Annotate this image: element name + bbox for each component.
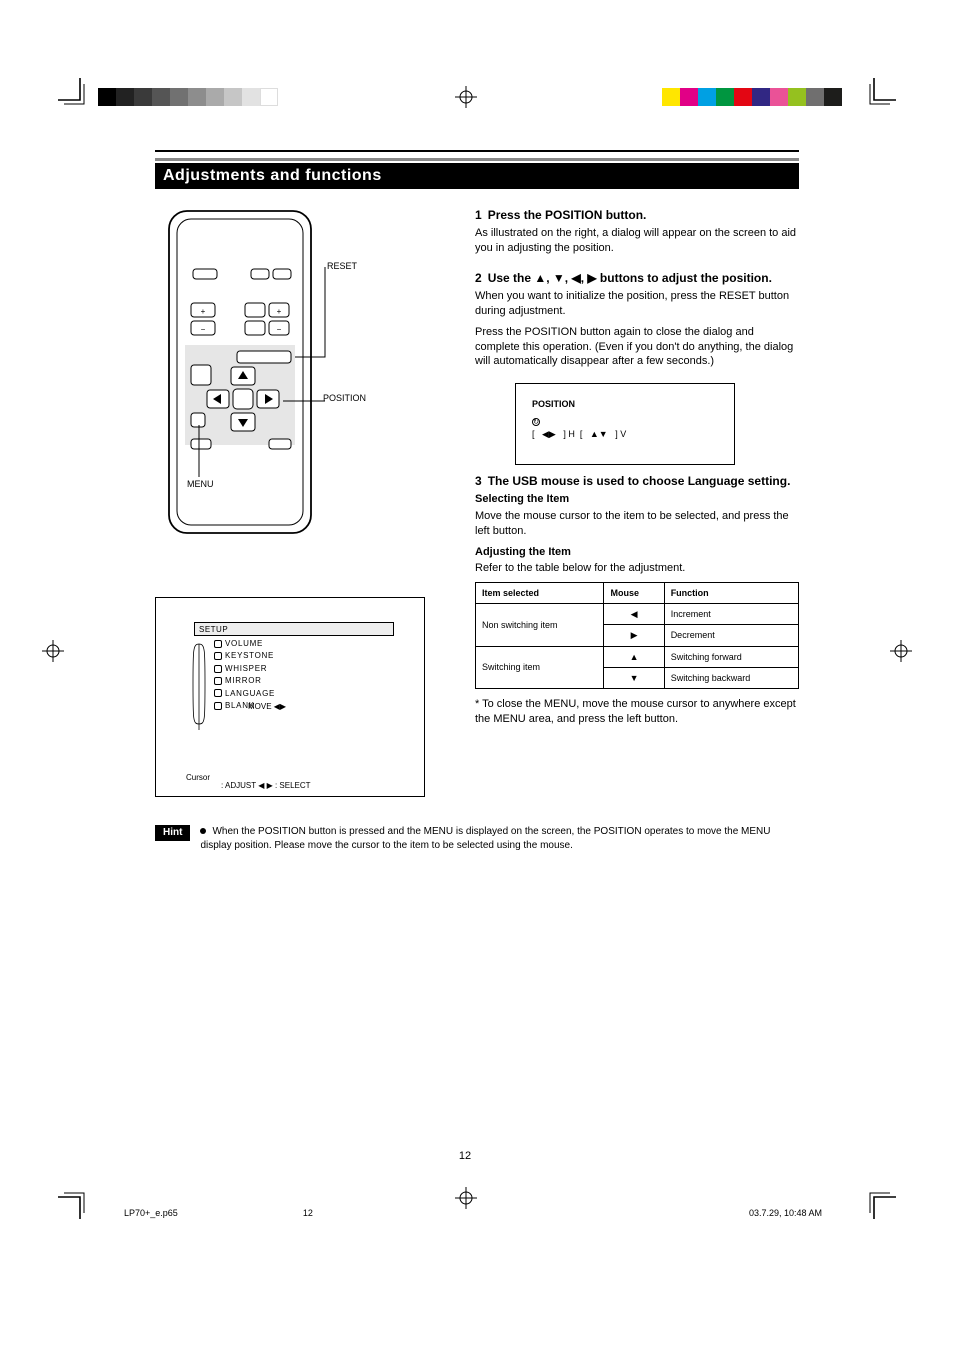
cell-increment: Increment	[664, 604, 798, 625]
th-fn: Function	[664, 583, 798, 604]
menu-item-volume: VOLUME	[225, 639, 263, 648]
right-column: 1 Press the POSITION button. As illustra…	[475, 207, 799, 797]
hint-text: When the POSITION button is pressed and …	[200, 826, 770, 851]
step1-num: 1	[475, 207, 482, 223]
grayscale-wedge	[98, 88, 278, 106]
cell-decrement: Decrement	[664, 625, 798, 646]
crop-mark-tl	[58, 78, 88, 108]
step2-num: 2	[475, 270, 482, 286]
menu-adjust-hint: : ADJUST ◀ ▶ : SELECT	[221, 781, 311, 790]
menu-item-keystone: KEYSTONE	[225, 651, 274, 660]
menu-item-whisper: WHISPER	[225, 664, 267, 673]
step1-body: As illustrated on the right, a dialog wi…	[475, 226, 799, 256]
footer-page-text: 12	[303, 1208, 313, 1218]
step3-title: The USB mouse is used to choose Language…	[488, 473, 791, 489]
hint-box: Hint When the POSITION button is pressed…	[155, 825, 799, 853]
menu-item-language: LANGUAGE	[225, 689, 275, 698]
cursor-caption: Cursor	[186, 773, 210, 782]
step3-sub2-b: Refer to the table below for the adjustm…	[475, 561, 799, 576]
register-mark-top	[455, 86, 477, 108]
bullet-icon	[200, 828, 206, 834]
label-reset: RESET	[327, 261, 357, 271]
cursor-loop-icon	[192, 640, 206, 730]
step2-title: Use the ▲, ▼, ◀, ▶ buttons to adjust the…	[488, 270, 772, 286]
crop-mark-bl	[58, 1189, 88, 1219]
cell-nonswitch: Non switching item	[476, 604, 604, 646]
cell-right-tri: ▶	[604, 625, 664, 646]
step3-close: * To close the MENU, move the mouse curs…	[475, 697, 799, 727]
cell-up-tri: ▲	[604, 646, 664, 667]
step-3: 3 The USB mouse is used to choose Langua…	[475, 473, 799, 727]
crop-mark-tr	[866, 78, 896, 108]
menu-item-mirror: MIRROR	[225, 676, 262, 685]
callout-lines	[165, 207, 355, 547]
position-osd: POSITION ↻ [ ◀▶ ] H [ ▲▼ ] V	[515, 383, 735, 465]
step-1: 1 Press the POSITION button. As illustra…	[475, 207, 799, 256]
position-v-arrows: ▲▼	[590, 429, 608, 439]
menu-move-hint-text: MOVE ◀▶	[248, 702, 286, 711]
hint-body: When the POSITION button is pressed and …	[200, 825, 799, 853]
th-item: Item selected	[476, 583, 604, 604]
th-mouse: Mouse	[604, 583, 664, 604]
step3-sub2-h: Adjusting the Item	[475, 545, 799, 560]
hint-tag: Hint	[155, 825, 190, 841]
adjust-table: Item selected Mouse Function Non switchi…	[475, 582, 799, 689]
footer-file-text: LP70+_e.p65	[124, 1208, 178, 1218]
cell-fwd: Switching forward	[664, 646, 798, 667]
step3-num: 3	[475, 473, 482, 489]
page-content: Adjustments and functions + −	[155, 150, 799, 853]
footer-date: 03.7.29, 10:48 AM	[749, 1208, 822, 1218]
step3-sub1-h: Selecting the Item	[475, 492, 799, 507]
cell-down-tri: ▼	[604, 667, 664, 688]
position-osd-title: POSITION	[532, 398, 718, 412]
step2-body2: Press the POSITION button again to close…	[475, 325, 799, 370]
menu-move-hint: MOVE ◀▶	[248, 702, 286, 711]
step1-title: Press the POSITION button.	[488, 207, 647, 223]
position-h-arrows: ◀▶	[542, 429, 556, 439]
menu-osd: SETUP VOLUME KEYSTONE WHISPER MIRROR LAN…	[155, 597, 425, 797]
rule-top2	[155, 158, 799, 161]
register-mark-right	[890, 640, 912, 662]
label-menu: MENU	[187, 479, 214, 489]
step2-body1: When you want to initialize the position…	[475, 289, 799, 319]
menu-osd-header: SETUP	[194, 622, 394, 636]
label-position: POSITION	[323, 393, 373, 403]
color-wedge	[662, 88, 842, 106]
cell-bwd: Switching backward	[664, 667, 798, 688]
step3-sub1-b: Move the mouse cursor to the item to be …	[475, 509, 799, 539]
cell-switch: Switching item	[476, 646, 604, 688]
register-mark-bottom	[455, 1187, 477, 1209]
crop-mark-br	[866, 1189, 896, 1219]
page-number: 12	[459, 1150, 471, 1162]
remote-diagram: + − + −	[155, 207, 455, 577]
rule-top	[155, 150, 799, 152]
footer-filename: LP70+_e.p65 12	[124, 1208, 313, 1218]
position-osd-line: ↻	[532, 415, 718, 429]
section-title: Adjustments and functions	[155, 163, 799, 189]
register-mark-left	[42, 640, 64, 662]
position-osd-hv: [ ◀▶ ] H [ ▲▼ ] V	[532, 428, 718, 442]
step-2: 2 Use the ▲, ▼, ◀, ▶ buttons to adjust t…	[475, 270, 799, 369]
cell-left-tri: ◀	[604, 604, 664, 625]
left-column: + − + −	[155, 207, 455, 797]
